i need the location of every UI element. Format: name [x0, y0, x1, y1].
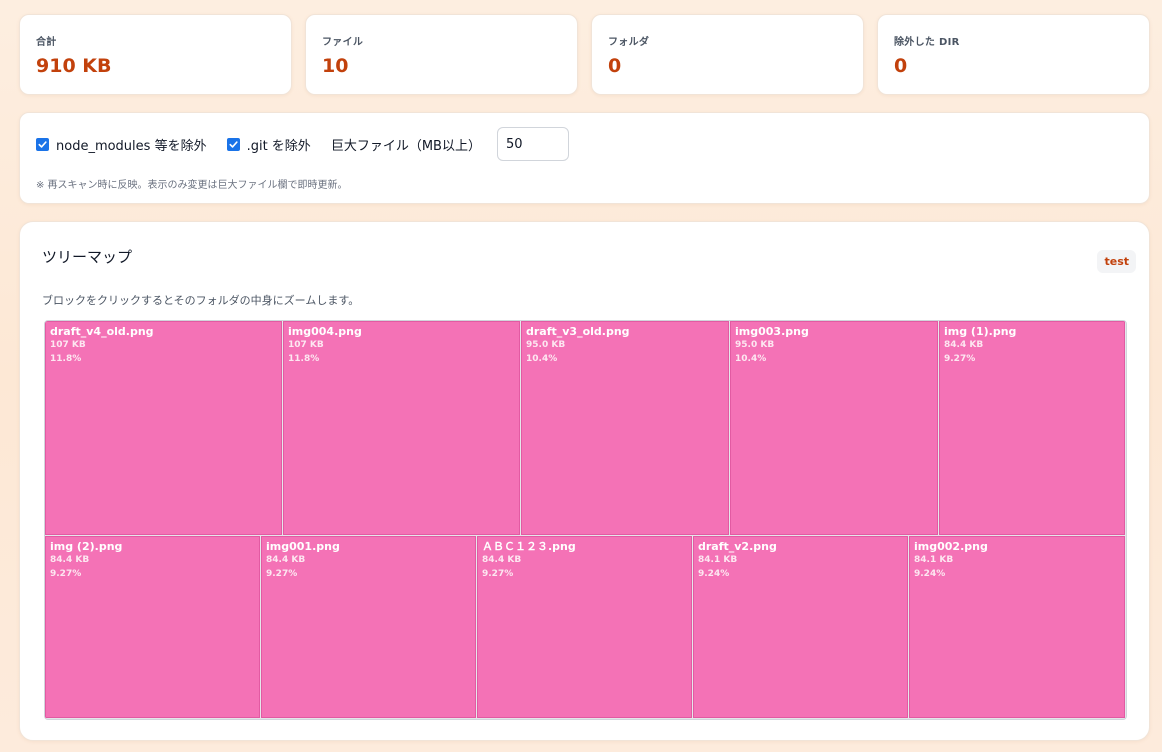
scan-options-panel: node_modules 等を除外 .git を除外 巨大ファイル（MB以上） … [19, 112, 1150, 204]
stat-value: 10 [322, 55, 349, 77]
block-name: img004.png [288, 325, 362, 338]
block-percent: 11.8% [50, 354, 82, 364]
block-size: 84.4 KB [944, 340, 984, 350]
stat-value: 910 KB [36, 55, 112, 77]
stat-label: 合計 [36, 37, 57, 48]
block-size: 84.1 KB [914, 555, 954, 565]
block-percent: 9.27% [266, 569, 298, 579]
large-file-threshold-input[interactable] [496, 127, 569, 161]
block-percent: 11.8% [288, 354, 320, 364]
block-name: draft_v2.png [698, 540, 777, 553]
checkmark-icon [38, 140, 47, 148]
stat-card-folders: フォルダ 0 [591, 14, 864, 95]
exclude-node-modules-option[interactable]: node_modules 等を除外 [36, 135, 207, 154]
options-row: node_modules 等を除外 .git を除外 巨大ファイル（MB以上） [36, 127, 569, 161]
treemap-block[interactable]: ＡＢＣ１２３.png 84.4 KB 9.27% [477, 536, 692, 718]
block-size: 107 KB [50, 340, 86, 350]
block-percent: 10.4% [735, 354, 767, 364]
treemap-panel: ツリーマップ test ブロックをクリックするとそのフォルダの中身にズームします… [19, 221, 1150, 741]
block-size: 84.1 KB [698, 555, 738, 565]
block-size: 107 KB [288, 340, 324, 350]
treemap-title: ツリーマップ [42, 248, 133, 266]
block-size: 95.0 KB [735, 340, 775, 350]
options-note: ※ 再スキャン時に反映。表示のみ変更は巨大ファイル欄で即時更新。 [36, 180, 348, 191]
stat-card-files: ファイル 10 [305, 14, 578, 95]
checkmark-icon [229, 140, 238, 148]
stat-value: 0 [894, 55, 908, 77]
stat-label: ファイル [322, 37, 364, 48]
block-name: img002.png [914, 540, 988, 553]
exclude-git-checkbox[interactable] [226, 137, 240, 151]
treemap-block[interactable]: draft_v3_old.png 95.0 KB 10.4% [521, 321, 729, 535]
block-size: 84.4 KB [50, 555, 90, 565]
stat-card-total: 合計 910 KB [19, 14, 292, 95]
treemap-block[interactable]: img004.png 107 KB 11.8% [283, 321, 520, 535]
block-percent: 9.27% [50, 569, 82, 579]
block-size: 84.4 KB [266, 555, 306, 565]
block-name: ＡＢＣ１２３.png [482, 540, 576, 553]
treemap-description: ブロックをクリックするとそのフォルダの中身にズームします。 [42, 294, 360, 307]
stat-card-excluded-dirs: 除外した DIR 0 [877, 14, 1150, 95]
block-name: draft_v4_old.png [50, 325, 154, 338]
stat-label: 除外した DIR [894, 37, 960, 48]
block-percent: 9.27% [944, 354, 976, 364]
treemap-block[interactable]: img (2).png 84.4 KB 9.27% [45, 536, 260, 718]
block-size: 84.4 KB [482, 555, 522, 565]
block-size: 95.0 KB [526, 340, 566, 350]
block-percent: 10.4% [526, 354, 558, 364]
treemap-block[interactable]: img002.png 84.1 KB 9.24% [909, 536, 1125, 718]
treemap-block[interactable]: img001.png 84.4 KB 9.27% [261, 536, 476, 718]
stat-value: 0 [608, 55, 622, 77]
treemap-block[interactable]: img003.png 95.0 KB 10.4% [730, 321, 938, 535]
treemap-block[interactable]: draft_v4_old.png 107 KB 11.8% [45, 321, 282, 535]
block-name: img003.png [735, 325, 809, 338]
block-name: draft_v3_old.png [526, 325, 630, 338]
exclude-node-modules-label: node_modules 等を除外 [56, 138, 207, 154]
block-percent: 9.24% [698, 569, 730, 579]
block-percent: 9.24% [914, 569, 946, 579]
stat-label: フォルダ [608, 37, 650, 48]
exclude-node-modules-checkbox[interactable] [36, 137, 49, 151]
treemap-block[interactable]: img (1).png 84.4 KB 9.27% [939, 321, 1125, 535]
current-folder-badge: test [1097, 250, 1136, 273]
block-name: img (2).png [50, 540, 123, 553]
exclude-git-option[interactable]: .git を除外 [226, 135, 311, 154]
exclude-git-label: .git を除外 [246, 138, 311, 154]
treemap-block[interactable]: draft_v2.png 84.1 KB 9.24% [693, 536, 908, 718]
large-file-threshold-label: 巨大ファイル（MB以上） [330, 138, 481, 154]
block-name: img001.png [266, 540, 340, 553]
treemap-area: draft_v4_old.png 107 KB 11.8% img004.png 107… [44, 320, 1127, 720]
block-name: img (1).png [944, 325, 1017, 338]
block-percent: 9.27% [482, 569, 514, 579]
